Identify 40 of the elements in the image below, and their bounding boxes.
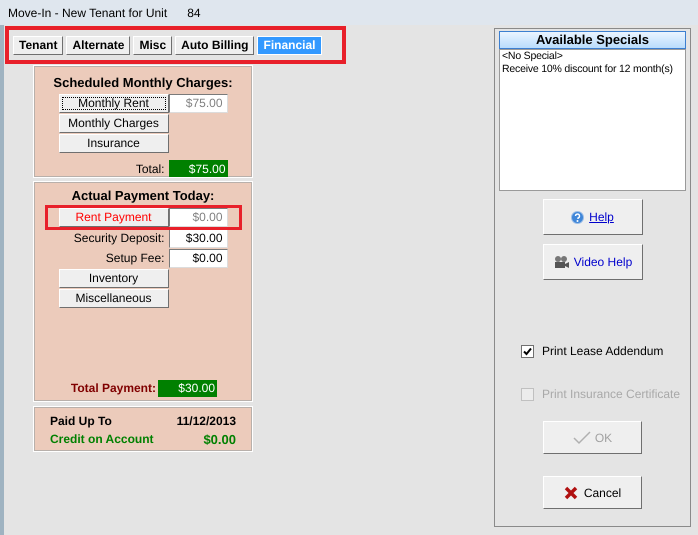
total-label: Total: — [136, 160, 164, 178]
help-icon — [571, 210, 584, 224]
amount-field[interactable]: $30.00 — [168, 229, 228, 248]
total-value: $30.00 — [158, 380, 217, 396]
charge-button[interactable]: Monthly Charges — [58, 114, 168, 132]
list-item[interactable]: <No Special> — [502, 50, 563, 63]
cancel-button[interactable]: Cancel — [543, 476, 642, 509]
video-help-button[interactable]: Video Help — [542, 244, 642, 280]
total-label: Total Payment: — [70, 380, 156, 397]
charge-button[interactable]: Monthly Rent — [58, 94, 168, 112]
charge-label: Setup Fee: — [104, 251, 166, 266]
checkmark-icon — [572, 430, 591, 444]
specials-list[interactable]: <No Special> Receive 10% discount for 12 month(s) — [499, 49, 686, 191]
credit-value: $0.00 — [202, 431, 236, 449]
section-title: Scheduled Monthly Charges: — [53, 74, 233, 92]
charge-label: Security Deposit: — [72, 231, 166, 246]
window-title: Move-In - New Tenant for Unit — [8, 4, 168, 22]
credit-label: Credit on Account — [50, 431, 154, 448]
tab[interactable]: Misc — [133, 36, 172, 54]
specials-header: Available Specials — [499, 31, 686, 49]
checkbox-option[interactable]: Print Lease Addendum — [521, 342, 690, 360]
amount-field[interactable]: $75.00 — [168, 94, 228, 112]
check-icon — [523, 346, 532, 356]
help-button[interactable]: Help — [542, 199, 642, 235]
list-item[interactable]: Receive 10% discount for 12 month(s) — [502, 63, 673, 76]
amount-field[interactable]: $0.00 — [168, 208, 228, 227]
charge-button[interactable]: Insurance — [58, 134, 168, 152]
unit-number: 84 — [187, 4, 201, 22]
close-icon — [564, 486, 578, 500]
charge-button[interactable]: Inventory — [58, 269, 168, 288]
amount-field[interactable]: $0.00 — [168, 249, 228, 268]
section-title: Actual Payment Today: — [72, 188, 214, 203]
tab[interactable]: Auto Billing — [175, 36, 254, 54]
total-value: $75.00 — [168, 160, 228, 178]
paid-up-date: 11/12/2013 — [176, 413, 236, 430]
tab[interactable]: Alternate — [66, 36, 130, 54]
film-camera-icon — [552, 255, 569, 269]
charge-button[interactable]: Miscellaneous — [58, 289, 168, 308]
tab[interactable]: Tenant — [13, 36, 64, 54]
paid-up-label: Paid Up To — [50, 413, 113, 430]
